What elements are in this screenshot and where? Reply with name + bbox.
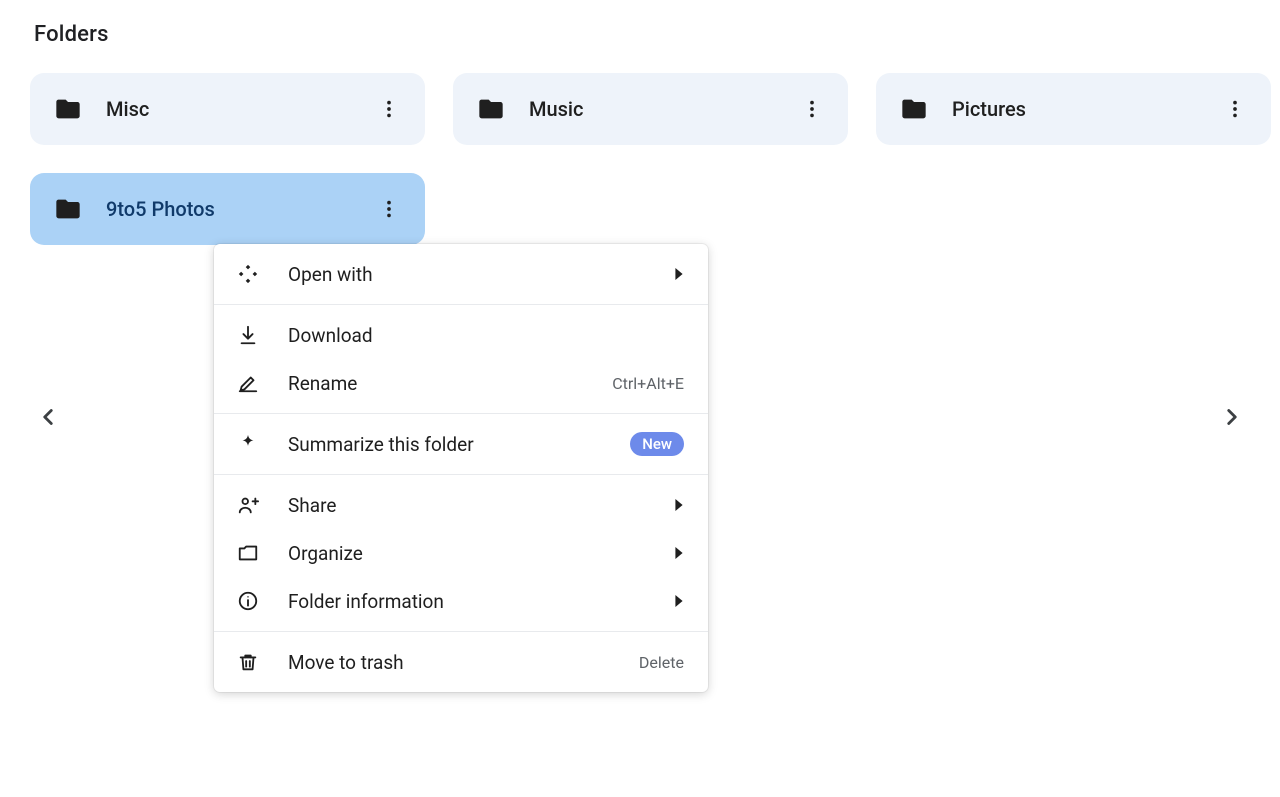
chevron-left-icon <box>35 404 61 430</box>
folder-label: Pictures <box>952 97 1193 121</box>
menu-divider <box>214 474 708 475</box>
menu-shortcut: Ctrl+Alt+E <box>612 374 684 393</box>
folder-card-pictures[interactable]: Pictures <box>876 73 1271 145</box>
share-icon <box>236 493 260 517</box>
folder-card-music[interactable]: Music <box>453 73 848 145</box>
folder-label: Music <box>529 97 770 121</box>
folder-icon <box>54 195 82 223</box>
more-vert-icon <box>1224 98 1246 120</box>
menu-label: Folder information <box>288 590 646 613</box>
more-options-button[interactable] <box>371 91 407 127</box>
menu-item-download[interactable]: Download <box>214 311 708 359</box>
trash-icon <box>236 650 260 674</box>
folder-context-menu: Open with Download Rename Ctrl+Alt+E Sum… <box>214 244 708 692</box>
folder-card-misc[interactable]: Misc <box>30 73 425 145</box>
prev-page-button[interactable] <box>28 397 68 437</box>
menu-item-share[interactable]: Share <box>214 481 708 529</box>
next-page-button[interactable] <box>1212 397 1252 437</box>
more-vert-icon <box>801 98 823 120</box>
sparkle-icon <box>236 432 260 456</box>
menu-item-open-with[interactable]: Open with <box>214 250 708 298</box>
menu-item-rename[interactable]: Rename Ctrl+Alt+E <box>214 359 708 407</box>
folder-label: Misc <box>106 97 347 121</box>
more-options-button[interactable] <box>794 91 830 127</box>
folder-icon <box>477 95 505 123</box>
submenu-arrow-icon <box>674 547 684 559</box>
menu-label: Share <box>288 494 646 517</box>
menu-label: Open with <box>288 263 646 286</box>
menu-item-summarize[interactable]: Summarize this folder New <box>214 420 708 468</box>
new-badge: New <box>630 432 684 456</box>
folder-label: 9to5 Photos <box>106 197 347 221</box>
menu-item-folder-info[interactable]: Folder information <box>214 577 708 625</box>
more-vert-icon <box>378 98 400 120</box>
menu-shortcut: Delete <box>639 653 684 672</box>
folders-heading: Folders <box>34 22 1250 47</box>
folder-icon <box>900 95 928 123</box>
submenu-arrow-icon <box>674 268 684 280</box>
menu-label: Summarize this folder <box>288 433 602 456</box>
open-with-icon <box>236 262 260 286</box>
more-options-button[interactable] <box>371 191 407 227</box>
more-options-button[interactable] <box>1217 91 1253 127</box>
submenu-arrow-icon <box>674 499 684 511</box>
rename-icon <box>236 371 260 395</box>
folders-grid: Misc Music Pictures 9to5 Photos <box>30 73 1250 245</box>
chevron-right-icon <box>1219 404 1245 430</box>
folder-card-9to5-photos[interactable]: 9to5 Photos <box>30 173 425 245</box>
menu-item-organize[interactable]: Organize <box>214 529 708 577</box>
info-icon <box>236 589 260 613</box>
menu-label: Move to trash <box>288 651 611 674</box>
menu-divider <box>214 631 708 632</box>
menu-label: Download <box>288 324 684 347</box>
menu-divider <box>214 304 708 305</box>
submenu-arrow-icon <box>674 595 684 607</box>
menu-label: Rename <box>288 372 584 395</box>
folder-icon <box>54 95 82 123</box>
download-icon <box>236 323 260 347</box>
menu-divider <box>214 413 708 414</box>
organize-icon <box>236 541 260 565</box>
menu-item-move-to-trash[interactable]: Move to trash Delete <box>214 638 708 686</box>
menu-label: Organize <box>288 542 646 565</box>
more-vert-icon <box>378 198 400 220</box>
